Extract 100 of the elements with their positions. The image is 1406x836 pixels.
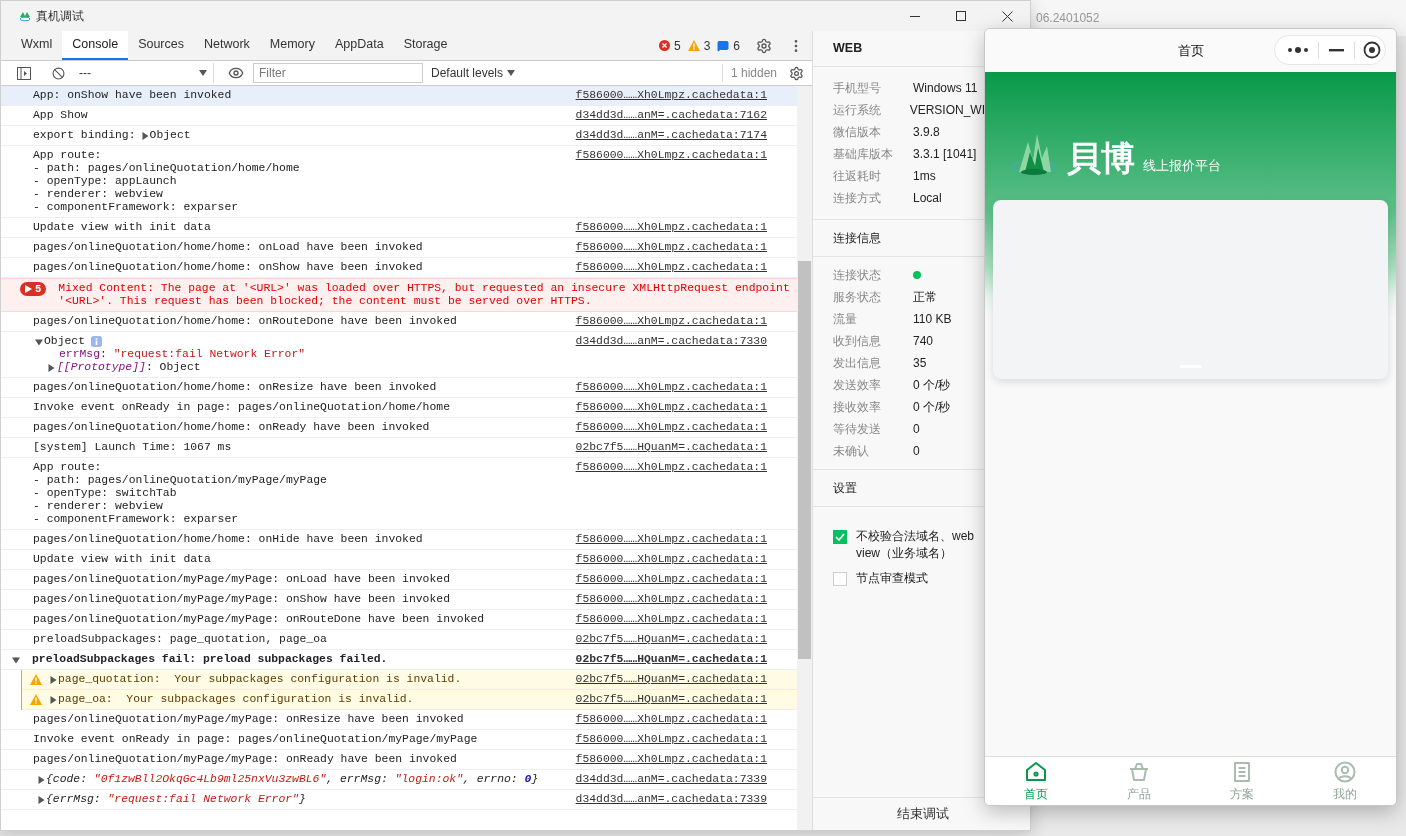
source-link[interactable]: 02bc7f5……HQuanM=.cachedata:1 [575,441,767,454]
caret-icon [199,70,207,76]
log-text: pages/onlineQuotation/home/home: onHide have been invoked [33,533,423,546]
panel-tab[interactable]: Sources [128,31,194,60]
log-text: App route: [33,461,103,474]
minimize-icon[interactable] [1329,48,1344,52]
source-link[interactable]: f586000……Xh0Lmpz.cachedata:1 [575,533,767,546]
record-icon[interactable] [1363,41,1381,59]
log-text: - componentFramework: exparser [33,513,240,526]
warning-text: page_quotation: Your subpackages configuration is invalid. [58,673,462,686]
source-link[interactable]: f586000……Xh0Lmpz.cachedata:1 [575,573,767,586]
source-link[interactable]: f586000……Xh0Lmpz.cachedata:1 [575,401,767,414]
eye-icon[interactable] [228,65,244,81]
source-link[interactable]: f586000……Xh0Lmpz.cachedata:1 [575,553,767,566]
panel-tab[interactable]: Memory [259,31,325,60]
expand-arrow-icon[interactable] [47,363,55,372]
tab-bar-item[interactable]: 首页 [985,757,1088,805]
repeat-count-badge[interactable]: 5 [20,282,47,296]
source-link[interactable]: d34dd3d……anM=.cachedata:7330 [575,335,767,348]
error-text: Mixed Content: The page at '<URL>' was loaded over HTTPS, but requested an insecure XMLHttpRequest endpoint [58,282,790,295]
source-link[interactable]: f586000……Xh0Lmpz.cachedata:1 [575,315,767,328]
source-link[interactable]: 02bc7f5……HQuanM=.cachedata:1 [575,633,767,646]
source-link[interactable]: f586000……Xh0Lmpz.cachedata:1 [575,149,767,162]
sidebar-toggle-icon[interactable] [17,66,31,80]
source-link[interactable]: f586000……Xh0Lmpz.cachedata:1 [575,753,767,766]
source-link[interactable]: d34dd3d……anM=.cachedata:7339 [575,793,767,806]
log-text: pages/onlineQuotation/myPage/myPage: onResize have been invoked [33,713,464,726]
user-icon [1332,759,1357,784]
panel-tab[interactable]: Network [194,31,260,60]
more-icon[interactable] [1287,47,1309,53]
log-text: pages/onlineQuotation/myPage/myPage: onReady have been invoked [33,753,457,766]
expand-arrow-icon[interactable] [49,695,57,704]
expand-arrow-icon[interactable] [37,795,45,804]
log-text: Invoke event onReady in page: pages/onlineQuotation/myPage/myPage [33,733,478,746]
section-title: 设置 [833,480,857,497]
error-icon [658,40,670,51]
source-link[interactable]: 02bc7f5……HQuanM=.cachedata:1 [575,673,767,686]
filter-field[interactable]: Filter [253,63,423,83]
checkbox[interactable] [833,530,847,544]
info-icon [91,336,102,347]
source-link[interactable]: f586000……Xh0Lmpz.cachedata:1 [575,461,767,474]
source-link[interactable]: f586000……Xh0Lmpz.cachedata:1 [575,381,767,394]
source-link[interactable]: f586000……Xh0Lmpz.cachedata:1 [575,221,767,234]
panel-title: WEB [833,40,863,58]
source-link[interactable]: f586000……Xh0Lmpz.cachedata:1 [575,89,767,102]
minimize-icon [910,15,920,17]
log-text: export binding: [33,129,136,142]
clear-icon[interactable] [52,66,65,80]
log-text: pages/onlineQuotation/myPage/myPage: onShow have been invoked [33,593,450,606]
info-label: 连接方式 [833,190,882,207]
source-link[interactable]: d34dd3d……anM=.cachedata:7339 [575,773,767,786]
info-value: 0 [913,421,920,438]
info-value: 正常 [913,289,937,306]
panel-tab[interactable]: Wxml [11,31,63,60]
log-text: Update view with init data [33,221,211,234]
scrollbar-thumb[interactable] [798,261,811,659]
caret-icon [507,70,516,76]
warning-text: page_oa: Your subpackages configuration is invalid. [58,693,414,706]
settings-icon[interactable] [756,37,772,54]
object-label[interactable]: Object [149,129,191,142]
source-link[interactable]: f586000……Xh0Lmpz.cachedata:1 [575,421,767,434]
info-value: 0 个/秒 [913,377,951,394]
warning-icon [30,694,42,705]
source-link[interactable]: d34dd3d……anM=.cachedata:7162 [575,109,767,122]
expand-arrow-icon[interactable] [140,131,149,140]
source-link[interactable]: d34dd3d……anM=.cachedata:7174 [575,129,767,142]
error-count: 5 [673,37,681,55]
collapse-arrow-icon[interactable] [35,337,43,346]
source-link[interactable]: 02bc7f5……HQuanM=.cachedata:1 [575,653,767,666]
source-link[interactable]: 02bc7f5……HQuanM=.cachedata:1 [575,693,767,706]
end-debug-button[interactable]: 结束调试 [886,804,959,824]
levels-dropdown[interactable]: Default levels [431,64,516,82]
warning-count: 3 [703,37,711,55]
info-label: 接收效率 [833,399,882,416]
home-icon [1024,759,1049,784]
expand-arrow-icon[interactable] [49,675,57,684]
source-link[interactable]: f586000……Xh0Lmpz.cachedata:1 [575,733,767,746]
window-title: 真机调试 [36,8,84,25]
source-link[interactable]: f586000……Xh0Lmpz.cachedata:1 [575,241,767,254]
source-link[interactable]: f586000……Xh0Lmpz.cachedata:1 [575,593,767,606]
info-value: 35 [913,355,927,372]
settings-icon[interactable] [789,65,804,81]
log-text: - path: pages/onlineQuotation/home/home [33,162,300,175]
object-label[interactable]: Object [44,335,85,348]
context-select[interactable]: --- [79,63,214,83]
expand-arrow-icon[interactable] [37,775,45,784]
collapse-arrow-icon[interactable] [12,655,20,664]
source-link[interactable]: f586000……Xh0Lmpz.cachedata:1 [575,713,767,726]
info-label: 等待发送 [833,421,882,438]
source-link[interactable]: f586000……Xh0Lmpz.cachedata:1 [575,261,767,274]
panel-tab[interactable]: AppData [325,31,394,60]
message-icon [717,39,730,52]
checkbox[interactable] [833,572,847,586]
panel-tab[interactable]: Console [62,31,129,60]
panel-tab[interactable]: Storage [393,31,458,60]
warning-icon [687,40,700,51]
log-text: App Show [33,109,88,122]
source-link[interactable]: f586000……Xh0Lmpz.cachedata:1 [575,613,767,626]
info-label: 往返耗时 [833,168,882,185]
log-text: pages/onlineQuotation/myPage/myPage: onRouteDone have been invoked [33,613,485,626]
